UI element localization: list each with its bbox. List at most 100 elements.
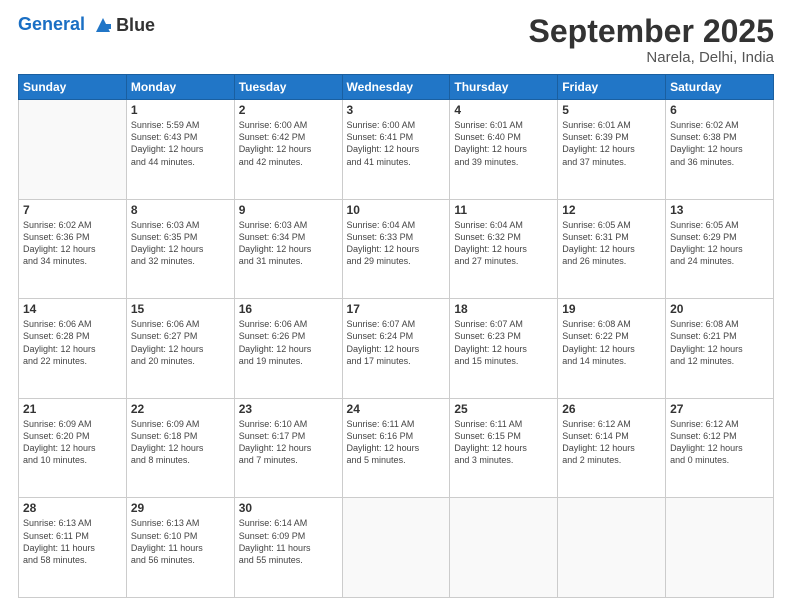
day-info: Sunrise: 6:12 AMSunset: 6:14 PMDaylight:… xyxy=(562,418,661,467)
day-info: Sunrise: 6:11 AMSunset: 6:15 PMDaylight:… xyxy=(454,418,553,467)
calendar-cell: 7 Sunrise: 6:02 AMSunset: 6:36 PMDaylight… xyxy=(19,199,127,299)
logo: General Blue xyxy=(18,14,155,36)
day-number: 2 xyxy=(239,103,338,117)
col-header-saturday: Saturday xyxy=(666,75,774,100)
day-info: Sunrise: 6:04 AMSunset: 6:33 PMDaylight:… xyxy=(347,219,446,268)
calendar-table: SundayMondayTuesdayWednesdayThursdayFrid… xyxy=(18,74,774,598)
col-header-wednesday: Wednesday xyxy=(342,75,450,100)
day-info: Sunrise: 6:00 AMSunset: 6:41 PMDaylight:… xyxy=(347,119,446,168)
day-info: Sunrise: 6:06 AMSunset: 6:27 PMDaylight:… xyxy=(131,318,230,367)
day-number: 21 xyxy=(23,402,122,416)
col-header-tuesday: Tuesday xyxy=(234,75,342,100)
day-info: Sunrise: 6:06 AMSunset: 6:26 PMDaylight:… xyxy=(239,318,338,367)
day-number: 28 xyxy=(23,501,122,515)
day-number: 23 xyxy=(239,402,338,416)
day-number: 11 xyxy=(454,203,553,217)
calendar-cell: 10 Sunrise: 6:04 AMSunset: 6:33 PMDayligh… xyxy=(342,199,450,299)
calendar-cell: 4 Sunrise: 6:01 AMSunset: 6:40 PMDaylight… xyxy=(450,100,558,200)
col-header-friday: Friday xyxy=(558,75,666,100)
calendar-cell: 14Sunrise: 6:06 AMSunset: 6:28 PMDayligh… xyxy=(19,299,127,399)
day-number: 3 xyxy=(347,103,446,117)
day-info: Sunrise: 6:06 AMSunset: 6:28 PMDaylight:… xyxy=(23,318,122,367)
day-info: Sunrise: 6:07 AMSunset: 6:24 PMDaylight:… xyxy=(347,318,446,367)
col-header-monday: Monday xyxy=(126,75,234,100)
day-number: 15 xyxy=(131,302,230,316)
calendar-cell: 22Sunrise: 6:09 AMSunset: 6:18 PMDayligh… xyxy=(126,398,234,498)
day-number: 7 xyxy=(23,203,122,217)
calendar-cell xyxy=(19,100,127,200)
col-header-sunday: Sunday xyxy=(19,75,127,100)
day-info: Sunrise: 6:09 AMSunset: 6:20 PMDaylight:… xyxy=(23,418,122,467)
calendar-week-5: 28Sunrise: 6:13 AMSunset: 6:11 PMDayligh… xyxy=(19,498,774,598)
day-info: Sunrise: 6:03 AMSunset: 6:35 PMDaylight:… xyxy=(131,219,230,268)
calendar-cell: 29Sunrise: 6:13 AMSunset: 6:10 PMDayligh… xyxy=(126,498,234,598)
calendar-cell: 9 Sunrise: 6:03 AMSunset: 6:34 PMDaylight… xyxy=(234,199,342,299)
calendar-cell: 25 Sunrise: 6:11 AMSunset: 6:15 PMDayligh… xyxy=(450,398,558,498)
calendar-cell: 1 Sunrise: 5:59 AMSunset: 6:43 PMDaylight… xyxy=(126,100,234,200)
calendar-cell: 18 Sunrise: 6:07 AMSunset: 6:23 PMDayligh… xyxy=(450,299,558,399)
day-info: Sunrise: 6:02 AMSunset: 6:38 PMDaylight:… xyxy=(670,119,769,168)
calendar-cell xyxy=(342,498,450,598)
calendar-week-4: 21 Sunrise: 6:09 AMSunset: 6:20 PMDayligh… xyxy=(19,398,774,498)
day-info: Sunrise: 6:08 AMSunset: 6:22 PMDaylight:… xyxy=(562,318,661,367)
calendar-week-3: 14Sunrise: 6:06 AMSunset: 6:28 PMDayligh… xyxy=(19,299,774,399)
calendar-cell xyxy=(558,498,666,598)
calendar-cell: 11 Sunrise: 6:04 AMSunset: 6:32 PMDayligh… xyxy=(450,199,558,299)
calendar-week-2: 7 Sunrise: 6:02 AMSunset: 6:36 PMDaylight… xyxy=(19,199,774,299)
day-info: Sunrise: 6:01 AMSunset: 6:40 PMDaylight:… xyxy=(454,119,553,168)
day-info: Sunrise: 6:02 AMSunset: 6:36 PMDaylight:… xyxy=(23,219,122,268)
day-number: 16 xyxy=(239,302,338,316)
calendar-cell: 19 Sunrise: 6:08 AMSunset: 6:22 PMDayligh… xyxy=(558,299,666,399)
col-header-thursday: Thursday xyxy=(450,75,558,100)
calendar-cell: 26Sunrise: 6:12 AMSunset: 6:14 PMDayligh… xyxy=(558,398,666,498)
logo-icon xyxy=(92,14,114,36)
calendar-cell: 20Sunrise: 6:08 AMSunset: 6:21 PMDayligh… xyxy=(666,299,774,399)
day-number: 4 xyxy=(454,103,553,117)
day-number: 30 xyxy=(239,501,338,515)
day-info: Sunrise: 6:09 AMSunset: 6:18 PMDaylight:… xyxy=(131,418,230,467)
day-info: Sunrise: 6:01 AMSunset: 6:39 PMDaylight:… xyxy=(562,119,661,168)
day-info: Sunrise: 6:12 AMSunset: 6:12 PMDaylight:… xyxy=(670,418,769,467)
title-block: September 2025 Narela, Delhi, India xyxy=(529,14,774,66)
calendar-cell: 24 Sunrise: 6:11 AMSunset: 6:16 PMDayligh… xyxy=(342,398,450,498)
day-number: 1 xyxy=(131,103,230,117)
day-info: Sunrise: 6:03 AMSunset: 6:34 PMDaylight:… xyxy=(239,219,338,268)
logo-line2: Blue xyxy=(116,15,155,36)
day-info: Sunrise: 6:14 AMSunset: 6:09 PMDaylight:… xyxy=(239,517,338,566)
day-info: Sunrise: 6:10 AMSunset: 6:17 PMDaylight:… xyxy=(239,418,338,467)
day-number: 5 xyxy=(562,103,661,117)
day-info: Sunrise: 6:11 AMSunset: 6:16 PMDaylight:… xyxy=(347,418,446,467)
calendar-cell: 12Sunrise: 6:05 AMSunset: 6:31 PMDayligh… xyxy=(558,199,666,299)
day-number: 10 xyxy=(347,203,446,217)
calendar-cell: 5 Sunrise: 6:01 AMSunset: 6:39 PMDaylight… xyxy=(558,100,666,200)
day-info: Sunrise: 6:05 AMSunset: 6:31 PMDaylight:… xyxy=(562,219,661,268)
day-info: Sunrise: 5:59 AMSunset: 6:43 PMDaylight:… xyxy=(131,119,230,168)
day-number: 24 xyxy=(347,402,446,416)
calendar-cell: 6Sunrise: 6:02 AMSunset: 6:38 PMDaylight… xyxy=(666,100,774,200)
calendar-cell xyxy=(450,498,558,598)
header: General Blue September 2025 Narela, Delh… xyxy=(18,14,774,66)
calendar-cell: 2Sunrise: 6:00 AMSunset: 6:42 PMDaylight… xyxy=(234,100,342,200)
day-number: 19 xyxy=(562,302,661,316)
day-number: 17 xyxy=(347,302,446,316)
day-number: 18 xyxy=(454,302,553,316)
day-number: 25 xyxy=(454,402,553,416)
calendar-cell: 16 Sunrise: 6:06 AMSunset: 6:26 PMDayligh… xyxy=(234,299,342,399)
day-info: Sunrise: 6:05 AMSunset: 6:29 PMDaylight:… xyxy=(670,219,769,268)
calendar-cell xyxy=(666,498,774,598)
day-info: Sunrise: 6:07 AMSunset: 6:23 PMDaylight:… xyxy=(454,318,553,367)
calendar-cell: 3 Sunrise: 6:00 AMSunset: 6:41 PMDaylight… xyxy=(342,100,450,200)
calendar-cell: 13Sunrise: 6:05 AMSunset: 6:29 PMDayligh… xyxy=(666,199,774,299)
calendar-cell: 30 Sunrise: 6:14 AMSunset: 6:09 PMDayligh… xyxy=(234,498,342,598)
month-title: September 2025 xyxy=(529,14,774,49)
calendar-cell: 8 Sunrise: 6:03 AMSunset: 6:35 PMDaylight… xyxy=(126,199,234,299)
logo-text: General xyxy=(18,14,114,36)
day-number: 9 xyxy=(239,203,338,217)
calendar-cell: 15 Sunrise: 6:06 AMSunset: 6:27 PMDayligh… xyxy=(126,299,234,399)
calendar-cell: 21 Sunrise: 6:09 AMSunset: 6:20 PMDayligh… xyxy=(19,398,127,498)
calendar-week-1: 1 Sunrise: 5:59 AMSunset: 6:43 PMDaylight… xyxy=(19,100,774,200)
day-info: Sunrise: 6:04 AMSunset: 6:32 PMDaylight:… xyxy=(454,219,553,268)
location-title: Narela, Delhi, India xyxy=(529,49,774,66)
page: General Blue September 2025 Narela, Delh… xyxy=(0,0,792,612)
day-number: 8 xyxy=(131,203,230,217)
